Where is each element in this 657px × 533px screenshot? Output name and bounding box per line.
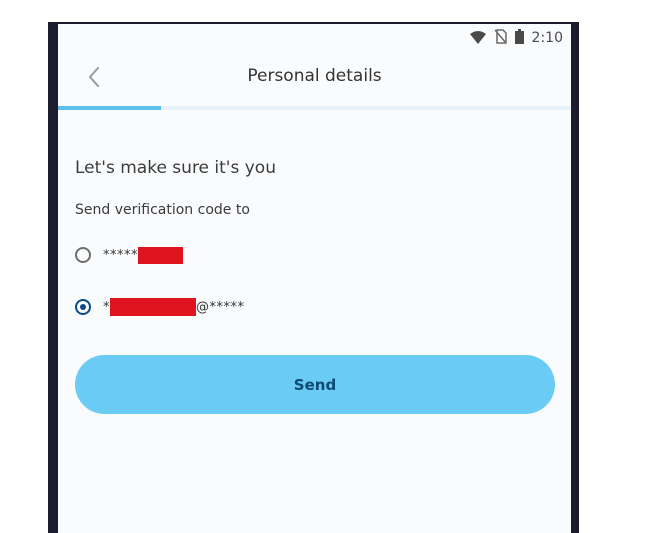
verification-heading: Let's make sure it's you — [75, 158, 276, 178]
status-time: 2:10 — [531, 30, 563, 46]
device-frame-right — [571, 22, 579, 533]
phone-screen: 2:10 Personal details Let's make sure it… — [58, 24, 571, 533]
progress-bar — [58, 106, 571, 110]
wifi-icon — [469, 29, 486, 48]
email-option-radio[interactable] — [75, 299, 91, 315]
phone-option-radio[interactable] — [75, 247, 91, 263]
email-option-masked-prefix: * — [103, 299, 110, 315]
phone-option-value: ***** — [103, 246, 183, 264]
send-button-label: Send — [293, 375, 337, 394]
phone-option[interactable]: ***** — [75, 243, 183, 267]
email-option[interactable]: * @***** — [75, 295, 245, 319]
send-button[interactable]: Send — [75, 355, 555, 414]
email-option-value: * @***** — [103, 298, 245, 316]
verification-subheading: Send verification code to — [75, 202, 250, 218]
redaction-mark — [138, 246, 183, 264]
app-header: Personal details — [58, 50, 571, 106]
battery-icon — [514, 28, 524, 48]
no-sim-icon — [493, 28, 507, 48]
page-title: Personal details — [247, 66, 382, 86]
phone-option-masked: ***** — [103, 247, 138, 263]
status-icons: 2:10 — [469, 28, 563, 48]
redaction-mark — [110, 298, 196, 316]
device-frame-left — [48, 22, 58, 533]
status-bar: 2:10 — [58, 24, 571, 50]
progress-bar-fill — [58, 106, 161, 110]
email-option-masked-domain: @***** — [196, 299, 245, 315]
